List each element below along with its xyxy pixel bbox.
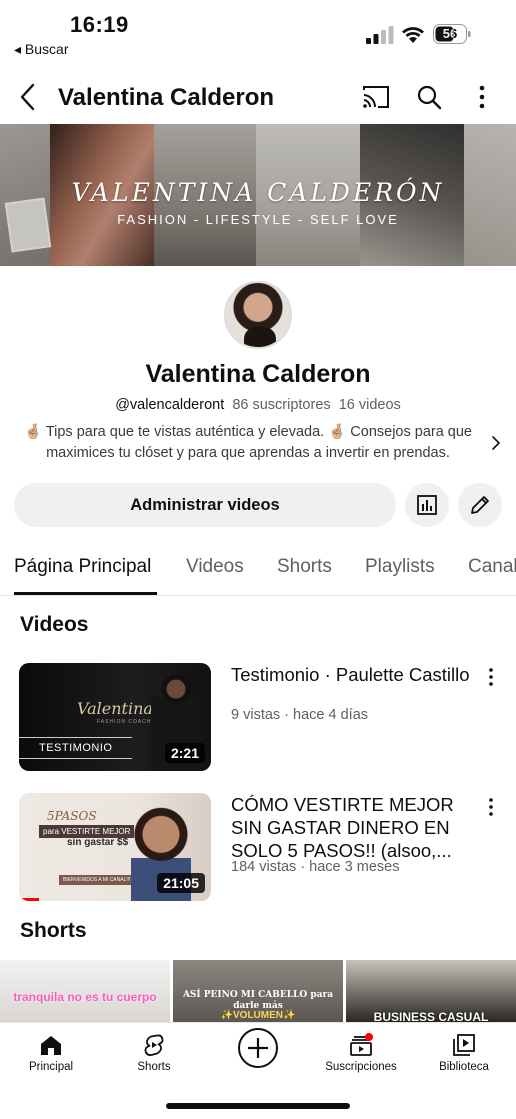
status-time: 16:19 [70,12,129,37]
thumbnail-text: sin gastar $$ [67,837,129,848]
home-indicator[interactable] [166,1103,350,1109]
nav-shorts[interactable]: Shorts [104,1023,204,1083]
short-item[interactable]: tranquila no es tu cuerpo [0,960,170,1022]
back-arrow-icon[interactable] [14,82,42,112]
tab-home[interactable]: Página Principal [14,556,151,578]
channel-tabs: Página Principal Videos Shorts Playlists… [0,546,516,596]
video-item[interactable]: Valentina FASHION COACH TESTIMONIO 2:21 … [19,663,499,771]
video-more-icon[interactable] [485,797,497,817]
video-meta: 184 vistas · hace 3 meses [231,859,400,875]
analytics-button[interactable] [405,483,449,527]
video-duration: 2:21 [164,743,205,763]
nav-subscriptions[interactable]: Suscripciones [311,1023,411,1083]
thumbnail-text: 5PASOS [47,809,97,823]
tab-playlists[interactable]: Playlists [365,556,435,578]
video-more-icon[interactable] [485,667,497,687]
nav-label: Suscripciones [325,1061,397,1073]
analytics-icon [417,495,437,515]
thumbnail-tag-text: TESTIMONIO [19,737,133,759]
shorts-icon [144,1034,164,1056]
status-bar: 16:19 ◂ Buscar 56 [0,0,516,70]
subscriber-count: 86 suscriptores [232,397,331,413]
thumbnail-brand-text: Valentina [77,699,153,718]
manage-videos-button[interactable]: Administrar videos [14,483,396,527]
bottom-navigation: Principal Shorts Suscripciones Bibliotec… [0,1022,516,1082]
video-title[interactable]: CÓMO VESTIRTE MEJOR SIN GASTAR DINERO EN… [231,793,471,862]
subscriptions-icon [350,1033,373,1056]
nav-label: Biblioteca [439,1061,489,1073]
cast-icon[interactable] [362,84,390,110]
shorts-shelf: tranquila no es tu cuerpo ASÍ PEINO MI C… [0,960,516,1022]
short-item[interactable]: ASÍ PEINO MI CABELLO para darle más ✨VOL… [173,960,343,1022]
tab-channel[interactable]: Canal [468,556,516,578]
battery-level: 56 [442,26,458,41]
thumbnail-text: BIENVENIDOS A MI CANAL!!!!!! [59,875,139,885]
search-icon[interactable] [416,84,442,110]
banner-subtitle: FASHION - LIFESTYLE - SELF LOVE [117,212,399,227]
channel-description[interactable]: 🤞🏼 Tips para que te vistas auténtica y e… [18,422,478,464]
channel-avatar[interactable] [224,281,292,349]
nav-library[interactable]: Biblioteca [414,1023,514,1083]
video-duration: 21:05 [157,873,205,893]
wifi-icon [402,27,424,43]
short-caption: tranquila no es tu cuerpo [13,990,157,1004]
short-caption: ✨VOLUMEN✨ [220,1010,296,1021]
shorts-section-title: Shorts [20,919,87,942]
thumbnail-sub-text: FASHION COACH [97,719,152,725]
video-thumbnail[interactable]: Valentina FASHION COACH TESTIMONIO 2:21 [19,663,211,771]
channel-banner: VALENTINA CALDERÓN FASHION - LIFESTYLE -… [0,124,516,266]
short-item[interactable]: BUSINESS CASUAL [346,960,516,1022]
back-to-app-link[interactable]: ◂ Buscar [14,41,69,58]
video-meta: 9 vistas · hace 4 días [231,707,369,723]
video-count: 16 videos [338,397,401,413]
edit-channel-button[interactable] [458,483,502,527]
more-options-icon[interactable] [470,84,494,110]
nav-label: Principal [28,1061,74,1073]
tab-videos[interactable]: Videos [186,556,244,578]
video-thumbnail[interactable]: 5PASOS para VESTIRTE MEJOR sin gastar $$… [19,793,211,901]
channel-handle: @valencalderont [115,397,225,413]
channel-name: Valentina Calderon [145,360,371,388]
videos-section-title: Videos [20,613,89,636]
home-icon [41,1036,61,1055]
video-item[interactable]: 5PASOS para VESTIRTE MEJOR sin gastar $$… [19,793,499,901]
cellular-signal-icon [366,26,394,44]
active-tab-indicator [14,592,157,595]
create-icon[interactable] [237,1027,279,1069]
nav-label: Shorts [137,1061,171,1073]
chevron-right-icon[interactable] [488,433,504,453]
library-icon [453,1034,475,1056]
watch-progress-bar [19,898,39,901]
channel-meta[interactable]: @valencalderont 86 suscriptores 16 video… [0,397,516,413]
pencil-icon [471,496,489,514]
header-title: Valentina Calderon [58,84,275,111]
video-title[interactable]: Testimonio · Paulette Castillo [231,663,471,686]
channel-header: Valentina Calderon [0,72,516,124]
short-caption: BUSINESS CASUAL [373,1010,489,1022]
banner-title: VALENTINA CALDERÓN [71,178,445,207]
short-caption: ASÍ PEINO MI CABELLO para darle más [182,990,334,1011]
battery-icon: 56 [433,24,471,44]
nav-home[interactable]: Principal [1,1023,101,1083]
tab-shorts[interactable]: Shorts [277,556,332,578]
